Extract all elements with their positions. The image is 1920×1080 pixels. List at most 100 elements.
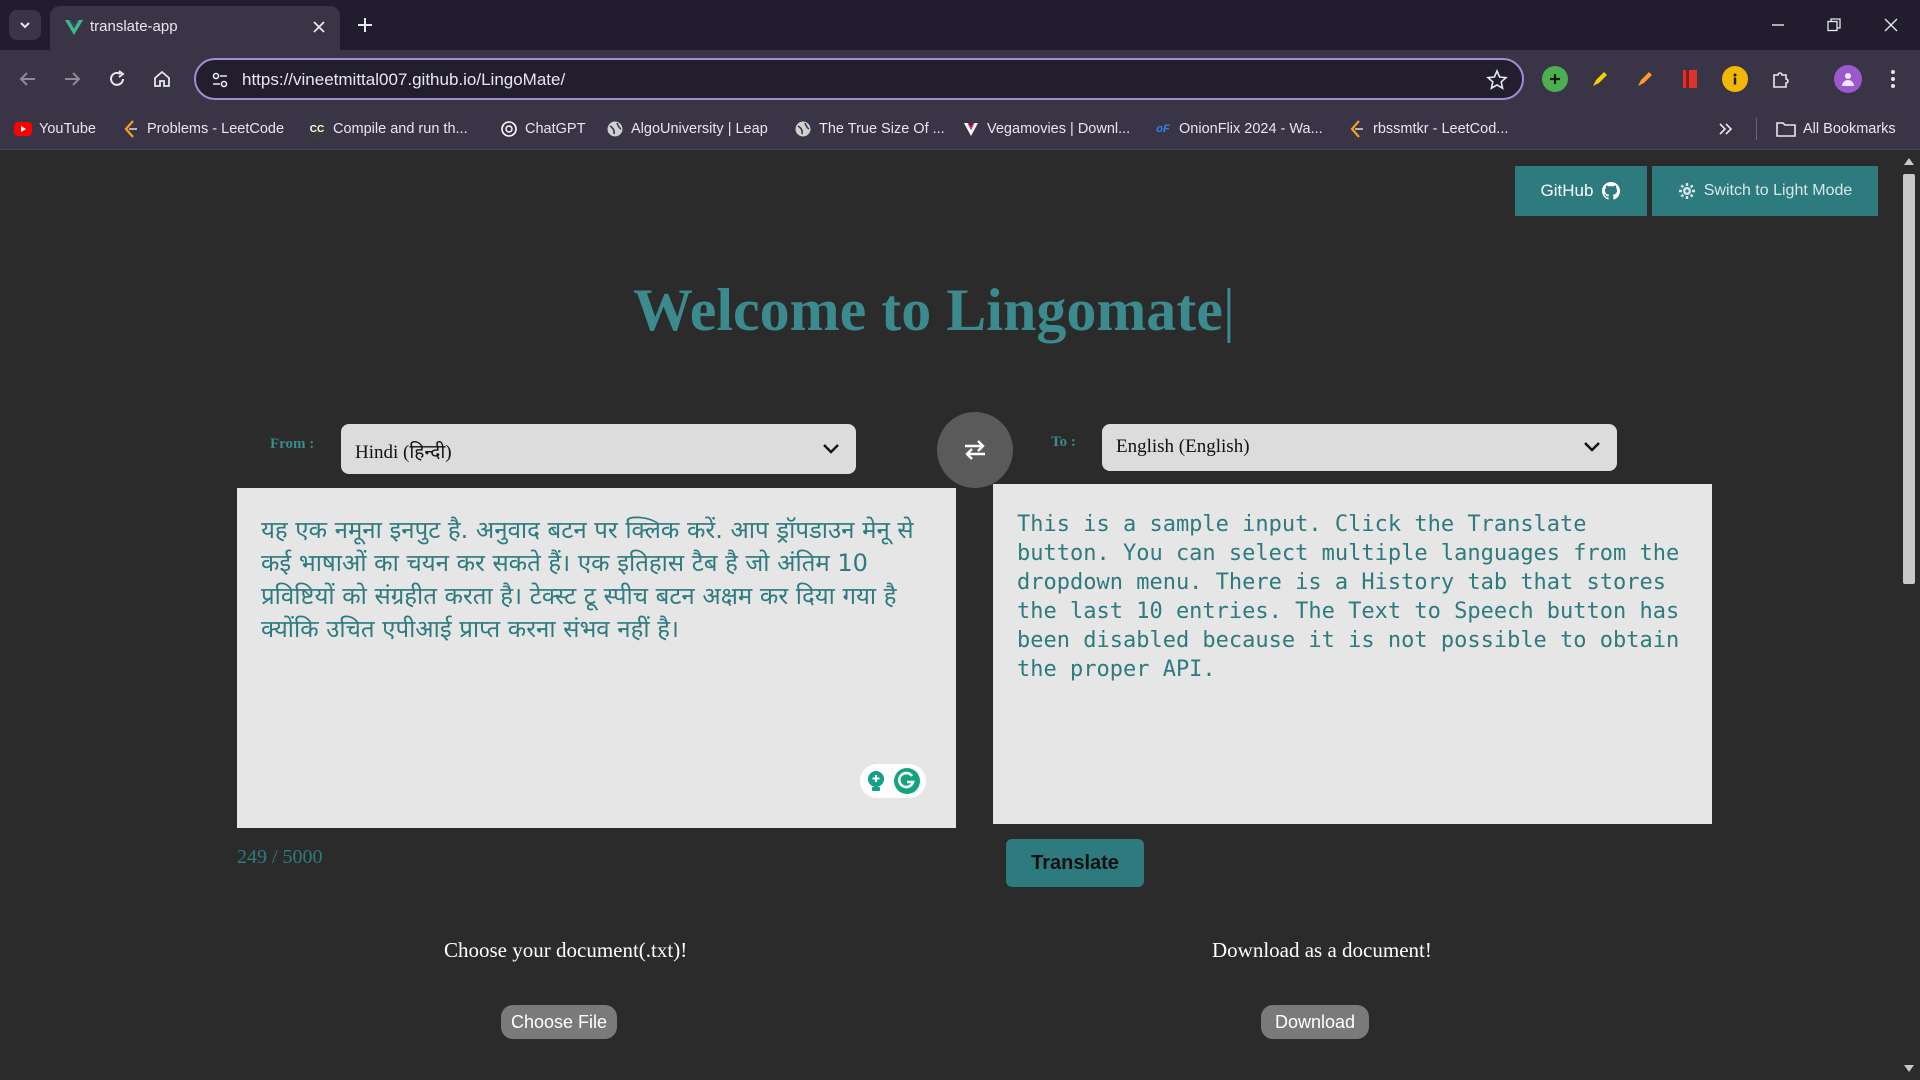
bookmark-star-icon[interactable] (1486, 69, 1508, 91)
github-icon (1602, 181, 1621, 200)
bookmark-label: Vegamovies | Downl... (987, 121, 1131, 137)
minimize-button[interactable] (1764, 12, 1792, 38)
bookmark-youtube[interactable]: YouTube (14, 118, 96, 140)
folder-icon (1776, 122, 1796, 137)
page-content: GitHub Switch to Light Mode Welcome to L… (0, 150, 1898, 1080)
tab-close-button[interactable] (308, 16, 330, 38)
more-bookmarks-button[interactable] (1718, 118, 1734, 140)
active-tab[interactable]: translate-app (50, 6, 340, 50)
bookmark-label: Compile and run th... (333, 121, 468, 137)
restore-button[interactable] (1820, 12, 1848, 38)
avatar-icon (1842, 73, 1854, 86)
download-button[interactable]: Download (1261, 1005, 1369, 1039)
bookmarks-bar: YouTube Problems - LeetCode CC Compile a… (0, 108, 1920, 150)
from-label: From : (270, 436, 315, 452)
bookmark-vegamovies[interactable]: Vegamovies | Downl... (962, 118, 1130, 140)
chatgpt-icon (500, 120, 518, 138)
character-counter: 249 / 5000 (237, 846, 323, 868)
close-window-button[interactable] (1877, 12, 1905, 38)
headline-text: Welcome to Lingomate (633, 277, 1223, 343)
translate-button[interactable]: Translate (1006, 839, 1144, 887)
book-icon (1683, 70, 1697, 88)
bookmark-chatgpt[interactable]: ChatGPT (500, 118, 585, 140)
lightbulb-icon (868, 771, 884, 791)
site-settings-icon (212, 72, 228, 88)
grammarly-icon (894, 768, 920, 794)
switch-light-mode-button[interactable]: Switch to Light Mode (1652, 166, 1878, 216)
bookmark-label: Problems - LeetCode (147, 121, 285, 137)
kebab-menu-icon (1891, 70, 1895, 88)
scroll-thumb[interactable] (1903, 174, 1915, 584)
all-bookmarks-label: All Bookmarks (1803, 121, 1896, 137)
reload-icon (110, 70, 125, 86)
youtube-icon (14, 120, 32, 138)
tab-title: translate-app (90, 18, 178, 35)
bookmark-label: AlgoUniversity | Leap (631, 121, 768, 137)
tab-search-button[interactable] (9, 10, 41, 40)
page-scrollbar[interactable] (1898, 150, 1920, 1080)
to-language-select[interactable]: English (English) (1102, 424, 1617, 471)
browser-toolbar: https://vineetmittal007.github.io/LingoM… (0, 50, 1920, 108)
page-title: Welcome to Lingomate| (0, 276, 1868, 345)
grammarly-widget[interactable] (860, 764, 926, 798)
forward-button[interactable] (57, 64, 87, 94)
swap-arrows-icon (965, 440, 985, 460)
plus-icon (358, 18, 372, 32)
from-language-select[interactable]: Hindi (हिन्दी) (341, 424, 856, 474)
bookmark-onionflix[interactable]: oF OnionFlix 2024 - Wa... (1154, 118, 1323, 140)
bookmark-algouniversity[interactable]: AlgoUniversity | Leap (606, 118, 768, 140)
chevron-down-icon (823, 444, 839, 454)
to-label: To : (1051, 434, 1076, 450)
upload-label: Choose your document(.txt)! (444, 938, 688, 962)
address-bar[interactable]: https://vineetmittal007.github.io/LingoM… (194, 58, 1524, 100)
close-icon (313, 21, 325, 33)
bookmark-compile[interactable]: CC Compile and run th... (308, 118, 468, 140)
back-button[interactable] (13, 64, 43, 94)
swap-languages-button[interactable] (937, 412, 1013, 488)
chevron-down-icon (1584, 442, 1600, 452)
translated-text-area[interactable]: This is a sample input. Click the Transl… (993, 484, 1712, 824)
extensions-icon[interactable] (1768, 66, 1794, 92)
pen-icon (1593, 72, 1607, 86)
double-chevron-right-icon (1719, 123, 1733, 135)
arrow-left-icon (19, 72, 35, 86)
bookmark-rbssmtkr[interactable]: rbssmtkr - LeetCod... (1348, 118, 1508, 140)
browser-menu-button[interactable] (1880, 66, 1906, 92)
source-text-area[interactable]: यह एक नमूना इनपुट है. अनुवाद बटन पर क्लि… (237, 488, 956, 828)
plus-icon (1550, 74, 1560, 84)
bookmark-label: The True Size Of ... (819, 121, 945, 137)
bookmark-label: OnionFlix 2024 - Wa... (1179, 121, 1323, 137)
mode-label: Switch to Light Mode (1703, 182, 1853, 199)
of-icon: oF (1156, 123, 1170, 135)
download-label: Download as a document! (1212, 938, 1432, 962)
url-text: https://vineetmittal007.github.io/LingoM… (242, 70, 566, 89)
new-tab-button[interactable] (352, 12, 378, 38)
extension-plus-icon[interactable] (1542, 66, 1568, 92)
bookmark-ext-icon[interactable] (1677, 66, 1703, 92)
github-label: GitHub (1540, 181, 1594, 200)
highlighter-orange-icon[interactable] (1632, 66, 1658, 92)
home-icon (154, 70, 170, 87)
reload-button[interactable] (102, 64, 132, 94)
bookmark-leetcode-problems[interactable]: Problems - LeetCode (122, 118, 284, 140)
home-button[interactable] (147, 64, 177, 94)
minimize-icon (1772, 24, 1784, 26)
browser-tab-strip: translate-app (0, 0, 1920, 50)
bookmark-true-size[interactable]: The True Size Of ... (794, 118, 945, 140)
scroll-down-icon[interactable] (1903, 1064, 1915, 1074)
choose-file-button[interactable]: Choose File (501, 1005, 617, 1039)
typing-cursor: | (1222, 277, 1235, 343)
bookmark-label: YouTube (39, 121, 96, 137)
scroll-up-icon[interactable] (1903, 156, 1915, 166)
all-bookmarks-button[interactable]: All Bookmarks (1776, 118, 1896, 140)
profile-avatar[interactable] (1834, 65, 1862, 93)
info-ext-icon[interactable] (1722, 66, 1748, 92)
from-selected-value: Hindi (हिन्दी) (355, 442, 452, 463)
leetcode-icon (1348, 120, 1366, 138)
chevron-down-icon (20, 22, 30, 29)
highlighter-yellow-icon[interactable] (1587, 66, 1613, 92)
source-text: यह एक नमूना इनपुट है. अनुवाद बटन पर क्लि… (261, 516, 914, 643)
bookmark-label: ChatGPT (525, 121, 586, 137)
bookmarks-divider (1756, 118, 1757, 140)
github-button[interactable]: GitHub (1515, 166, 1647, 216)
